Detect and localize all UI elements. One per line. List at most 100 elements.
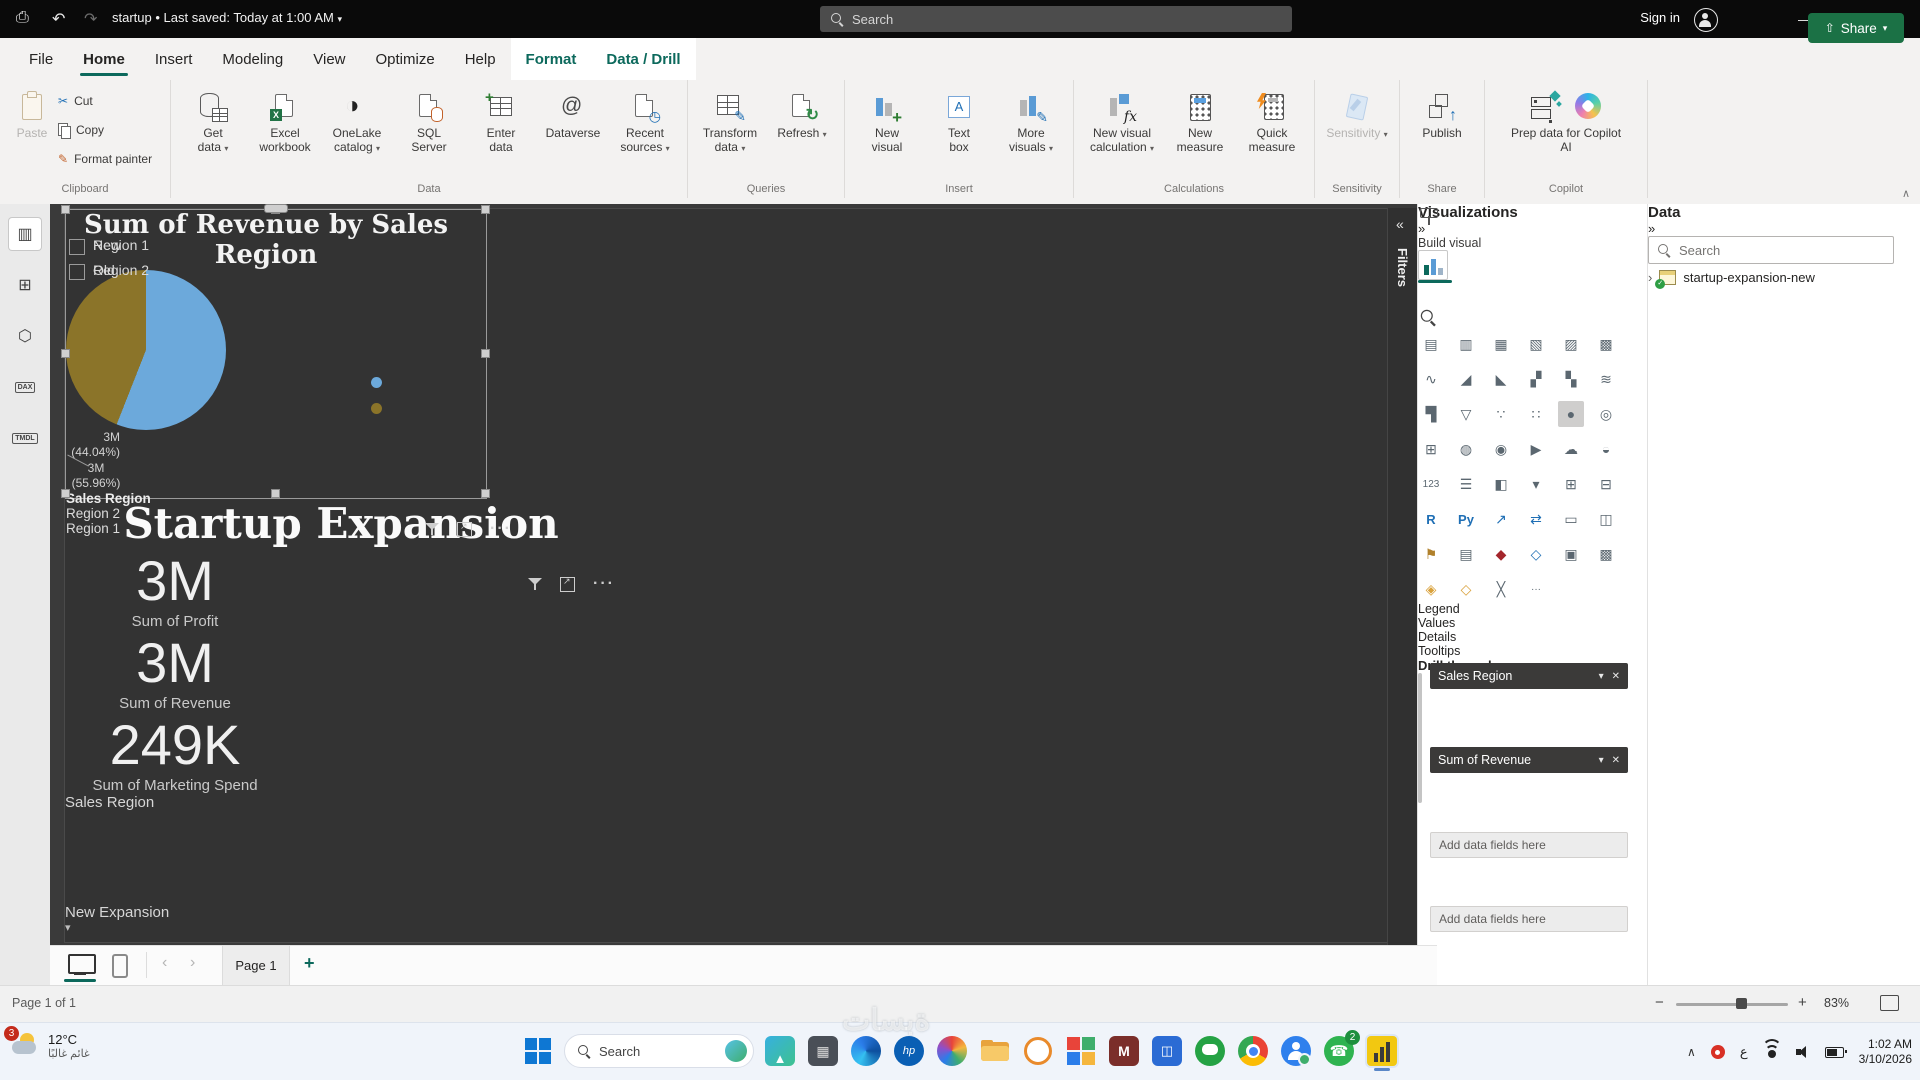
visual-type-stacked-area-chart[interactable]: ◣ bbox=[1488, 366, 1514, 392]
visual-type-scorecard[interactable]: ▣ bbox=[1558, 541, 1584, 567]
chevron-down-icon[interactable]: ▾ bbox=[1599, 671, 1604, 682]
selection-grip[interactable] bbox=[264, 204, 288, 213]
share-button[interactable]: ⇧ Share ▾ bbox=[1808, 13, 1904, 43]
drive-app-icon[interactable] bbox=[1021, 1034, 1055, 1068]
visual-type-key-influencers[interactable]: ↗ bbox=[1488, 506, 1514, 532]
checkbox-new[interactable] bbox=[69, 239, 85, 255]
chat-app-icon[interactable] bbox=[1193, 1034, 1227, 1068]
quick-measure-button[interactable]: Quick measure bbox=[1236, 86, 1308, 154]
visual-type-custom-visual-3[interactable]: ╳ bbox=[1488, 576, 1514, 602]
visual-type-area-chart[interactable]: ◢ bbox=[1453, 366, 1479, 392]
selection-handle[interactable] bbox=[481, 349, 490, 358]
visual-type-gauge[interactable]: ◒ bbox=[1593, 436, 1619, 462]
recording-icon[interactable] bbox=[1710, 1045, 1725, 1059]
dataverse-button[interactable]: @ Dataverse bbox=[537, 86, 609, 140]
visual-type-slicer[interactable]: ▾ bbox=[1523, 471, 1549, 497]
slicer-sales-region[interactable]: Sales Region Region 1 Region 2 bbox=[65, 237, 315, 904]
tab-modeling[interactable]: Modeling bbox=[207, 38, 298, 80]
visual-type-map[interactable]: ◍ bbox=[1453, 436, 1479, 462]
expand-filters-icon[interactable]: « bbox=[1396, 216, 1404, 232]
visual-type-ribbon-chart[interactable]: ≋ bbox=[1593, 366, 1619, 392]
visual-type-r-script[interactable]: R bbox=[1418, 506, 1444, 532]
global-search-input[interactable]: Search bbox=[820, 6, 1292, 32]
pie-plot[interactable] bbox=[66, 270, 226, 430]
tab-optimize[interactable]: Optimize bbox=[361, 38, 450, 80]
onelake-catalog-button[interactable]: ◑ OneLake catalog ▾ bbox=[321, 86, 393, 156]
visual-type-100-stacked-bar-chart[interactable]: ▨ bbox=[1558, 331, 1584, 357]
tab-format[interactable]: Format bbox=[510, 38, 592, 80]
selection-handle[interactable] bbox=[271, 489, 280, 498]
chrome-browser-icon[interactable] bbox=[1236, 1034, 1270, 1068]
visual-type-card[interactable]: 123 bbox=[1418, 471, 1444, 497]
pane-scrollbar[interactable] bbox=[1418, 673, 1422, 803]
focus-mode-icon[interactable] bbox=[457, 521, 472, 537]
data-model-item[interactable]: › ✓ startup-expansion-new bbox=[1648, 264, 1908, 290]
filters-pane-label[interactable]: Filters bbox=[1395, 248, 1410, 287]
visual-type-funnel-chart[interactable]: ▽ bbox=[1453, 401, 1479, 427]
visual-type-clustered-column-chart[interactable]: ▧ bbox=[1523, 331, 1549, 357]
visual-type-custom-visual-2[interactable]: ◇ bbox=[1453, 576, 1479, 602]
taskbar-search[interactable]: Search bbox=[564, 1034, 754, 1068]
build-visual-label[interactable]: Build visual bbox=[1418, 236, 1648, 250]
battery-icon[interactable] bbox=[1824, 1046, 1847, 1058]
windows-start-button[interactable] bbox=[521, 1034, 555, 1068]
new-page-button[interactable]: + bbox=[304, 953, 315, 974]
tab-file[interactable]: File bbox=[14, 38, 68, 80]
more-visuals-button[interactable]: ✎ More visuals ▾ bbox=[995, 86, 1067, 156]
document-title[interactable]: startup • Last saved: Today at 1:00 AM ▾ bbox=[112, 10, 342, 25]
data-search-input[interactable]: Search bbox=[1648, 236, 1894, 264]
text-box-button[interactable]: A Text box bbox=[923, 86, 995, 154]
whatsapp-icon[interactable]: ☎ 2 bbox=[1322, 1030, 1360, 1068]
desktop-layout-icon[interactable] bbox=[68, 954, 96, 974]
edge-browser-icon[interactable] bbox=[849, 1034, 883, 1068]
visual-type-decomposition-tree[interactable]: ⇄ bbox=[1523, 506, 1549, 532]
visual-type-custom-visual-1[interactable]: ◈ bbox=[1418, 576, 1444, 602]
tab-home[interactable]: Home bbox=[68, 38, 140, 80]
tab-data-drill[interactable]: Data / Drill bbox=[591, 38, 696, 80]
sign-in-button[interactable]: Sign in bbox=[1640, 10, 1680, 25]
recent-sources-button[interactable]: ◷ Recent sources ▾ bbox=[609, 86, 681, 156]
zoom-out-icon[interactable]: − bbox=[1655, 994, 1664, 1011]
publish-button[interactable]: ↑ Publish bbox=[1406, 86, 1478, 140]
checkbox-old[interactable] bbox=[69, 264, 85, 280]
report-canvas[interactable]: Sum of Revenue by Sales Region 3M (44.04%… bbox=[50, 204, 1437, 1070]
hidden-icons-icon[interactable]: ∧ bbox=[1687, 1045, 1696, 1059]
filter-icon[interactable] bbox=[425, 522, 439, 536]
next-page-icon[interactable]: › bbox=[190, 954, 195, 972]
collapse-ribbon-icon[interactable]: ∧ bbox=[1902, 187, 1910, 200]
report-view-icon[interactable]: ▥ bbox=[9, 218, 41, 250]
excel-workbook-button[interactable]: X Excel workbook bbox=[249, 86, 321, 154]
format-painter-button[interactable]: ✎ Format painter bbox=[58, 146, 152, 172]
more-options-icon[interactable]: ··· bbox=[593, 575, 615, 593]
model-view-icon[interactable]: ⬡ bbox=[9, 320, 41, 352]
enter-data-button[interactable]: + Enter data bbox=[465, 86, 537, 154]
collapse-pane-icon[interactable]: » bbox=[1418, 221, 1648, 236]
slicer-item-label[interactable]: Old bbox=[93, 262, 115, 278]
refresh-button[interactable]: ↻ Refresh ▾ bbox=[766, 86, 838, 142]
visual-type-pie-chart[interactable]: ● bbox=[1558, 401, 1584, 427]
save-icon[interactable]: ⎙ bbox=[16, 9, 29, 27]
selection-handle[interactable] bbox=[61, 349, 70, 358]
visual-type-power-apps[interactable]: ◆ bbox=[1488, 541, 1514, 567]
more-options-icon[interactable]: ··· bbox=[490, 520, 512, 538]
account-avatar[interactable] bbox=[1694, 8, 1718, 32]
store-app-icon[interactable]: ◫ bbox=[1150, 1034, 1184, 1068]
filter-icon[interactable] bbox=[528, 577, 542, 591]
field-placeholder[interactable]: Add data fields here bbox=[1430, 906, 1628, 932]
slicer-item-label[interactable]: New bbox=[93, 237, 121, 253]
filters-pane-collapsed[interactable]: « Filters bbox=[1387, 208, 1418, 945]
zoom-slider-thumb[interactable] bbox=[1736, 998, 1747, 1009]
selection-handle[interactable] bbox=[61, 205, 70, 214]
remove-field-icon[interactable]: ✕ bbox=[1612, 755, 1620, 766]
selection-handle[interactable] bbox=[481, 205, 490, 214]
page-tab[interactable]: Page 1 bbox=[222, 946, 290, 985]
visual-type-scatter-chart[interactable]: ∵ bbox=[1488, 401, 1514, 427]
selection-handle[interactable] bbox=[61, 489, 70, 498]
visual-type-kpi[interactable]: ◧ bbox=[1488, 471, 1514, 497]
collapse-pane-icon[interactable]: » bbox=[1648, 221, 1920, 236]
new-visual-button[interactable]: + New visual bbox=[851, 86, 923, 154]
tmdl-view-icon[interactable]: TMDL bbox=[9, 422, 41, 454]
table-view-icon[interactable]: ⊞ bbox=[9, 269, 41, 301]
undo-icon[interactable]: ↶ bbox=[52, 9, 65, 29]
visual-type-shape-map[interactable]: ▶ bbox=[1523, 436, 1549, 462]
